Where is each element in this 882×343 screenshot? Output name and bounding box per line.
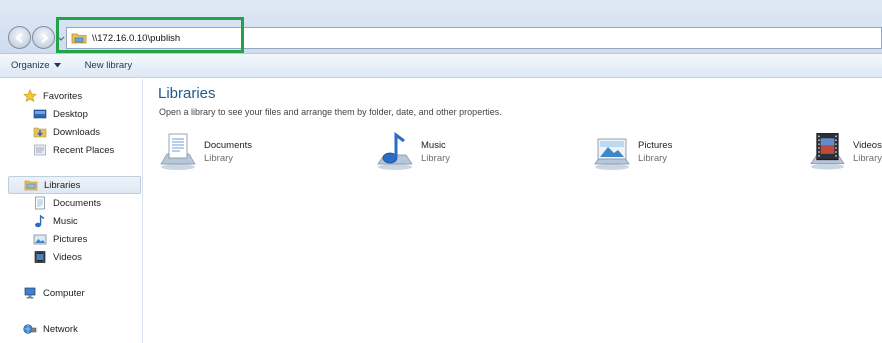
sidebar-item-label: Network: [43, 323, 78, 335]
library-type: Library: [852, 153, 882, 164]
sidebar-item-documents[interactable]: Documents: [0, 194, 143, 212]
back-button[interactable]: [8, 26, 31, 49]
sidebar-item-label: Pictures: [53, 233, 88, 245]
library-name: Music: [421, 140, 446, 151]
documents-icon: [35, 196, 45, 210]
organize-button[interactable]: Organize: [0, 60, 73, 71]
library-tile-documents[interactable]: Documents Library: [158, 131, 358, 175]
library-name: Pictures: [638, 140, 673, 151]
content-pane: Libraries Open a library to see your fil…: [144, 79, 882, 343]
sidebar-item-label: Desktop: [53, 108, 88, 120]
sidebar-item-label: Recent Places: [53, 144, 115, 156]
sidebar-item-label: Downloads: [53, 126, 100, 138]
page-subtitle: Open a library to see your files and arr…: [159, 107, 502, 117]
sidebar-item-label: Videos: [53, 251, 82, 263]
sidebar-item-downloads[interactable]: Downloads: [0, 123, 143, 141]
forward-button[interactable]: [32, 26, 55, 49]
back-arrow-icon: [14, 32, 23, 43]
library-type: Library: [421, 153, 451, 164]
sidebar-item-music[interactable]: Music: [0, 212, 143, 230]
library-name: Videos: [852, 140, 882, 151]
library-tile-music[interactable]: Music Library: [375, 131, 575, 175]
navigation-pane: Favorites Desktop Downloads Recent Place…: [0, 79, 143, 343]
pictures-icon: [33, 234, 47, 245]
sidebar-item-network[interactable]: Network: [0, 320, 143, 338]
sidebar-item-label: Music: [53, 215, 78, 227]
sidebar-item-libraries[interactable]: Libraries: [8, 176, 141, 194]
sidebar-item-label: Documents: [53, 197, 102, 209]
sidebar-item-computer[interactable]: Computer: [0, 284, 143, 302]
network-icon: [23, 324, 37, 334]
star-icon: [23, 89, 37, 103]
desktop-icon: [33, 109, 47, 119]
page-title: Libraries: [158, 85, 216, 102]
forward-arrow-icon: [40, 32, 49, 43]
sidebar-item-desktop[interactable]: Desktop: [0, 105, 143, 123]
sidebar-item-favorites[interactable]: Favorites: [0, 87, 143, 105]
organize-label: Organize: [11, 60, 50, 71]
address-highlight-box: [56, 17, 244, 53]
library-name: Documents: [204, 140, 253, 151]
downloads-icon: [33, 127, 47, 138]
new-library-label: New library: [84, 60, 133, 71]
sidebar-item-pictures[interactable]: Pictures: [0, 230, 143, 248]
library-tile-pictures[interactable]: Pictures Library: [592, 131, 792, 175]
library-tile-videos[interactable]: Videos Library: [808, 131, 882, 175]
computer-icon: [24, 287, 36, 299]
libraries-icon: [24, 180, 38, 191]
sidebar-item-recent-places[interactable]: Recent Places: [0, 141, 143, 159]
new-library-button[interactable]: New library: [73, 60, 145, 71]
recent-places-icon: [34, 144, 46, 156]
sidebar-item-videos[interactable]: Videos: [0, 248, 143, 266]
music-library-icon: [377, 132, 413, 170]
library-type: Library: [638, 153, 668, 164]
pictures-library-icon: [594, 138, 630, 170]
music-icon: [35, 214, 45, 228]
documents-library-icon: [160, 133, 196, 170]
sidebar-item-label: Libraries: [44, 179, 81, 191]
videos-icon: [34, 251, 46, 263]
address-area: \\172.16.0.10\publish: [0, 0, 882, 54]
videos-library-icon: [810, 133, 845, 170]
sidebar-item-label: Favorites: [43, 90, 83, 102]
library-type: Library: [204, 153, 234, 164]
command-bar: Organize New library: [0, 54, 882, 78]
sidebar-item-label: Computer: [43, 287, 85, 299]
chevron-down-icon: [53, 63, 61, 68]
